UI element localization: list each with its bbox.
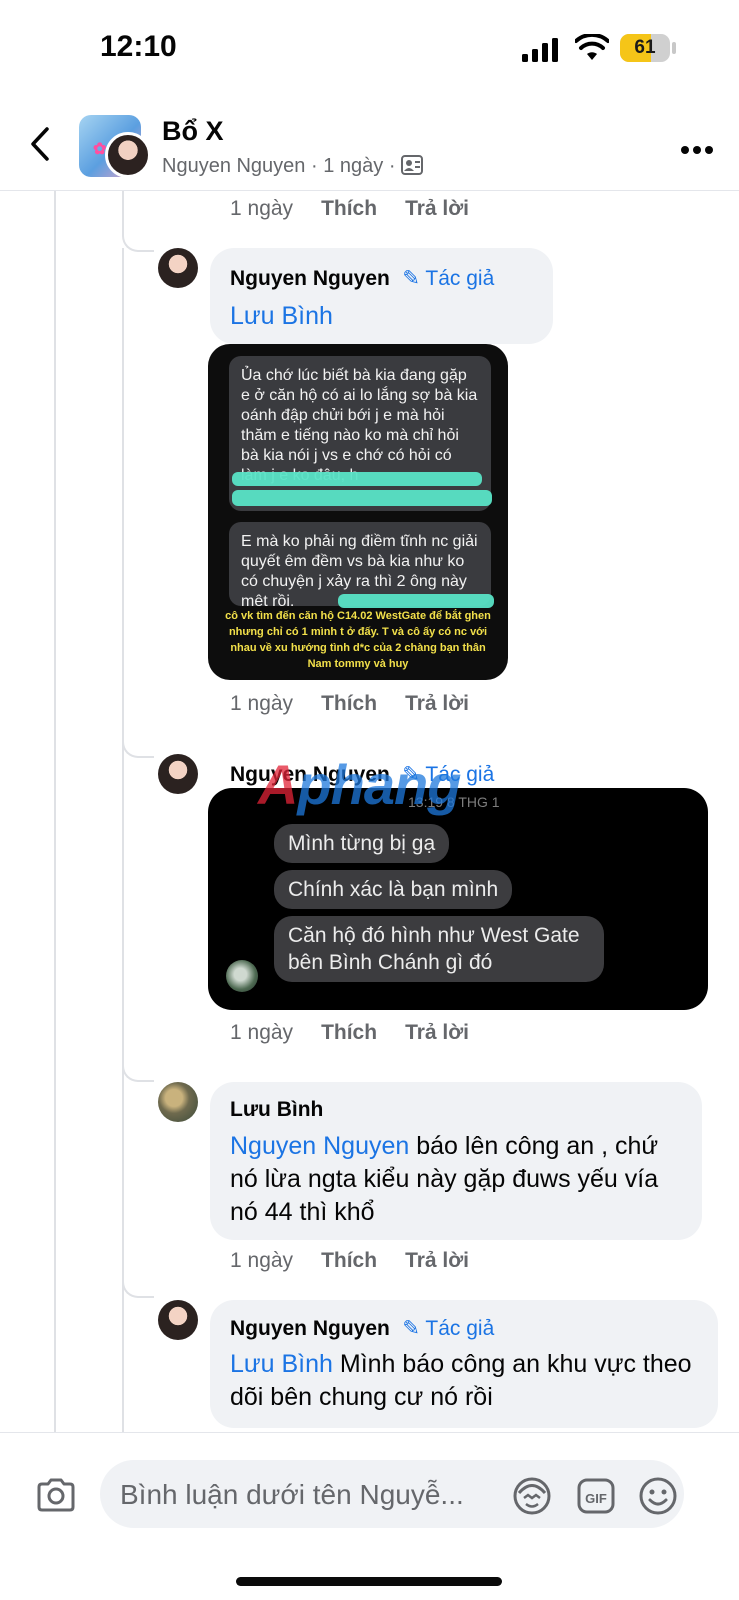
mention-link[interactable]: Nguyen Nguyen	[230, 1132, 409, 1160]
chat-screenshot-image[interactable]: 13:19 8 THG 1 Mình từng bị gạ Chính xác …	[208, 788, 708, 1010]
comment-bubble: Lưu Bình Nguyen Nguyen báo lên công an ,…	[210, 1082, 702, 1240]
more-options-icon[interactable]	[680, 142, 714, 160]
author-badge: ✎ Tác giả	[402, 1317, 494, 1340]
composer-divider	[0, 1432, 739, 1433]
sender-avatar	[226, 960, 258, 992]
commenter-avatar[interactable]	[158, 1082, 198, 1122]
author-badge: ✎ Tác giả	[402, 267, 494, 290]
home-indicator[interactable]	[236, 1577, 502, 1586]
screenshot-message: Mình từng bị gạ	[274, 824, 450, 863]
comment-header: Nguyen Nguyen ✎ Tác giả	[230, 1316, 494, 1341]
battery-nub	[672, 42, 676, 54]
comment-actions: 1 ngày Thích Trả lời	[230, 1021, 469, 1045]
comment-text: Lưu Bình Mình báo công an khu vực theo d…	[230, 1348, 700, 1414]
mention-link[interactable]: Lưu Bình	[230, 302, 333, 330]
comment-bubble: Nguyen Nguyen ✎ Tác giả Lưu Bình	[210, 248, 553, 344]
thread-connector	[122, 1058, 154, 1082]
redaction-scribble	[232, 472, 482, 486]
comment-input-placeholder: Bình luận dưới tên Nguyễ...	[120, 1479, 464, 1510]
gif-icon[interactable]: GIF	[576, 1476, 616, 1521]
post-author[interactable]: Nguyen Nguyen	[162, 155, 305, 177]
author-avatar[interactable]	[105, 132, 151, 178]
wifi-icon	[574, 32, 610, 67]
comment-actions: 1 ngày Thích Trả lời	[230, 1249, 469, 1273]
reply-button[interactable]: Trả lời	[405, 1249, 469, 1272]
post-age: 1 ngày	[323, 155, 384, 177]
like-button[interactable]: Thích	[321, 692, 377, 715]
redaction-scribble	[338, 594, 494, 608]
group-privacy-icon	[401, 155, 424, 177]
group-title[interactable]: Bổ X	[162, 116, 224, 147]
meta-separator: ·	[388, 155, 396, 177]
comment-age: 1 ngày	[230, 1249, 294, 1272]
post-meta: Nguyen Nguyen · 1 ngày ·	[162, 155, 424, 178]
like-button[interactable]: Thích	[321, 1021, 377, 1044]
commenter-avatar[interactable]	[158, 1300, 198, 1340]
pencil-icon: ✎	[402, 1317, 420, 1340]
comment-age: 1 ngày	[230, 692, 294, 715]
reply-button[interactable]: Trả lời	[405, 1021, 469, 1044]
thread-connector	[122, 734, 154, 758]
comment-age: 1 ngày	[230, 197, 294, 220]
camera-icon[interactable]	[36, 1478, 76, 1517]
chat-screenshot-image[interactable]: Ủa chớ lúc biết bà kia đang gặp e ở căn …	[208, 344, 508, 680]
commenter-name[interactable]: Lưu Bình	[230, 1098, 323, 1121]
thread-line-inner	[122, 191, 124, 229]
commenter-avatar[interactable]	[158, 754, 198, 794]
meta-separator: ·	[311, 155, 318, 177]
watermark-part: A	[258, 753, 298, 816]
commenter-name[interactable]: Nguyen Nguyen	[230, 1317, 390, 1340]
screenshot-message: Căn hộ đó hình như West Gate bên Bình Ch…	[274, 916, 604, 982]
comment-text: Nguyen Nguyen báo lên công an , chứ nó l…	[230, 1130, 680, 1229]
svg-text:GIF: GIF	[585, 1491, 607, 1506]
pencil-icon: ✎	[402, 267, 420, 290]
cellular-signal-icon	[522, 38, 562, 67]
thread-connector	[122, 1274, 154, 1298]
commenter-name[interactable]: Nguyen Nguyen	[230, 267, 390, 290]
thread-line-inner	[122, 248, 124, 1433]
watermark-logo: Aphang	[258, 752, 461, 817]
like-button[interactable]: Thích	[321, 1249, 377, 1272]
emoji-icon[interactable]	[638, 1476, 678, 1521]
comment-header: Nguyen Nguyen ✎ Tác giả	[230, 266, 494, 291]
reply-button[interactable]: Trả lời	[405, 692, 469, 715]
screenshot-message: Chính xác là bạn mình	[274, 870, 513, 909]
screenshot-caption: cô vk tìm đến căn hộ C14.02 WestGate để …	[225, 610, 491, 670]
redaction-scribble	[232, 490, 492, 506]
like-button[interactable]: Thích	[321, 197, 377, 220]
reply-button[interactable]: Trả lời	[405, 197, 469, 220]
screenshot-message: Ủa chớ lúc biết bà kia đang gặp e ở căn …	[229, 356, 491, 511]
watermark-part: phang	[297, 753, 461, 816]
comment-actions: 1 ngày Thích Trả lời	[230, 197, 469, 221]
comment-header: Lưu Bình	[230, 1098, 323, 1122]
status-time: 12:10	[100, 30, 177, 63]
author-badge-label: Tác giả	[425, 267, 495, 290]
battery-percent: 61	[634, 37, 656, 58]
comment-text: Lưu Bình	[230, 300, 333, 333]
avatar-sticker-icon[interactable]	[512, 1476, 552, 1521]
battery-icon: 61	[620, 34, 670, 62]
comment-bubble: Nguyen Nguyen ✎ Tác giả Lưu Bình Mình bá…	[210, 1300, 718, 1428]
comment-age: 1 ngày	[230, 1021, 294, 1044]
author-badge-label: Tác giả	[425, 1317, 495, 1340]
thread-line-outer	[54, 191, 56, 1433]
back-chevron-icon[interactable]	[28, 126, 52, 167]
commenter-avatar[interactable]	[158, 248, 198, 288]
comment-actions: 1 ngày Thích Trả lời	[230, 692, 469, 716]
thread-connector	[122, 228, 154, 252]
mention-link[interactable]: Lưu Bình	[230, 1350, 333, 1378]
header-divider	[0, 190, 739, 191]
